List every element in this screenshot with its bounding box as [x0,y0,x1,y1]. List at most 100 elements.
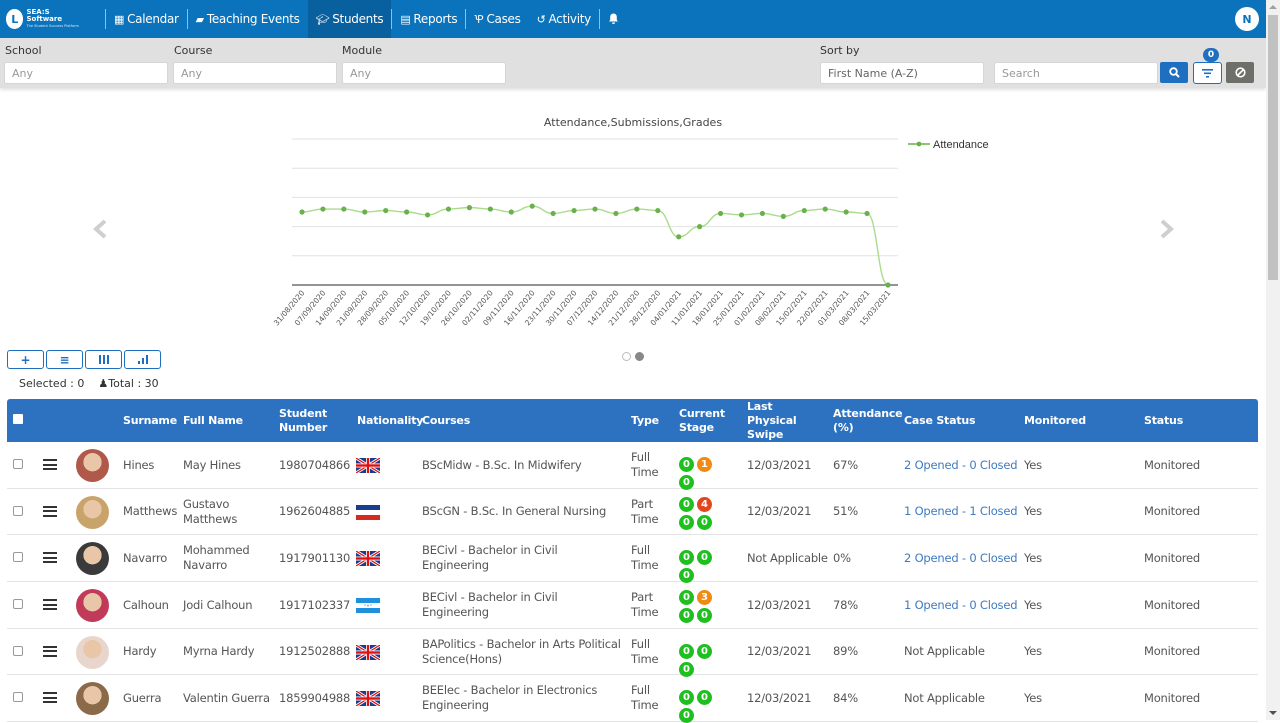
col-case-status[interactable]: Case Status [904,399,976,442]
attendance-data-point[interactable] [320,206,326,212]
course-select[interactable]: Any [173,62,337,84]
attendance-data-point[interactable] [383,207,389,214]
col-type[interactable]: Type [631,399,659,442]
case-status-link[interactable]: 1 Opened - 1 Closed [904,489,1018,535]
table-row[interactable]: Navarro Mohammed Navarro 1917901130 BECi… [7,535,1258,584]
student-avatar[interactable] [76,542,109,576]
col-student-number[interactable]: Student Number [279,399,329,442]
attendance-data-point[interactable] [613,210,619,217]
row-checkbox[interactable] [13,505,23,516]
stage-badge[interactable]: 3 [697,590,712,606]
col-nationality[interactable]: Nationality [357,399,423,442]
case-status-link[interactable]: 2 Opened - 0 Closed [904,535,1018,581]
case-status-link[interactable]: 1 Opened - 0 Closed [904,582,1018,628]
attendance-data-point[interactable] [508,209,514,215]
col-attendance[interactable]: Attendance (%) [833,399,903,442]
nav-reports[interactable]: ▤ Reports [392,0,465,38]
col-monitored[interactable]: Monitored [1024,399,1086,442]
attendance-data-point[interactable] [550,210,556,217]
nav-students[interactable]: 🎓︎ Students [307,0,392,38]
stage-badge[interactable]: 0 [679,550,694,566]
student-avatar[interactable] [76,495,109,529]
attendance-data-point[interactable] [445,206,452,212]
app-logo[interactable]: L SEA:S Software The Student Success Pla… [6,7,80,31]
table-row[interactable]: Calhoun Jodi Calhoun 1917102337 BECivl -… [7,582,1258,629]
list-view-button[interactable]: ≡ [46,350,83,369]
stage-badge[interactable]: 0 [679,643,694,659]
attendance-data-point[interactable] [299,209,305,215]
col-status[interactable]: Status [1144,399,1183,442]
notifications-button[interactable] [600,0,627,38]
attendance-data-point[interactable] [717,210,724,217]
add-button[interactable]: + [7,350,44,369]
columns-button[interactable] [85,350,122,369]
scroll-up-arrow-icon[interactable] [1269,5,1277,9]
stage-badge[interactable]: 0 [679,708,694,723]
stage-badge[interactable]: 0 [679,514,694,530]
carousel-dot-2[interactable] [635,352,644,361]
row-checkbox[interactable] [13,552,23,563]
attendance-data-point[interactable] [424,212,431,218]
col-current-stage[interactable]: Current Stage [679,399,729,442]
attendance-data-point[interactable] [738,212,745,218]
stage-badge[interactable]: 0 [679,690,694,706]
stage-badge[interactable]: 0 [679,590,694,606]
row-menu-icon[interactable] [43,505,57,517]
table-row[interactable]: Matthews Gustavo Matthews 1962604885 BSc… [7,489,1258,536]
attendance-data-point[interactable] [843,209,849,215]
stage-badge[interactable]: 0 [697,514,712,530]
stage-badge[interactable]: 0 [697,550,712,566]
row-menu-icon[interactable] [43,645,57,657]
attendance-data-point[interactable] [592,206,598,212]
nav-activity[interactable]: ↺ Activity [529,0,599,38]
school-select[interactable]: Any [4,62,168,84]
stage-badge[interactable]: 0 [697,690,712,706]
page-scrollbar[interactable] [1266,0,1280,720]
attendance-data-point[interactable] [801,207,807,214]
row-menu-icon[interactable] [43,692,57,704]
row-menu-icon[interactable] [43,459,57,470]
student-avatar[interactable] [76,589,109,623]
nav-cases[interactable]: Ꝕ Cases [466,0,528,38]
stage-badge[interactable]: 0 [679,496,694,512]
clear-filters-button[interactable] [1226,62,1254,83]
row-checkbox[interactable] [13,692,23,703]
table-row[interactable]: Hardy Myrna Hardy 1912502888 BAPolitics … [7,629,1258,677]
col-courses[interactable]: Courses [422,399,470,442]
attendance-data-point[interactable] [362,209,368,215]
attendance-data-point[interactable] [571,207,577,214]
filter-button[interactable] [1193,62,1222,84]
case-status-link[interactable]: 2 Opened - 0 Closed [904,442,1018,488]
stage-badge[interactable]: 0 [697,643,712,659]
search-input[interactable]: Search [994,62,1158,84]
scroll-down-arrow-icon[interactable] [1269,711,1277,715]
attendance-data-point[interactable] [487,206,493,212]
stage-badge[interactable]: 1 [697,457,712,472]
user-avatar-button[interactable]: N [1235,7,1259,31]
attendance-data-point[interactable] [655,207,661,214]
attendance-data-point[interactable] [822,206,828,212]
table-row[interactable]: Guerra Valentin Guerra 1859904988 BEElec… [7,675,1258,723]
col-surname[interactable]: Surname [123,399,177,442]
attendance-data-point[interactable] [404,209,410,215]
student-avatar[interactable] [76,635,109,669]
stage-badge[interactable]: 0 [697,608,712,624]
module-select[interactable]: Any [342,62,506,84]
nav-calendar[interactable]: ▦ Calendar [106,0,187,38]
stage-badge[interactable]: 0 [679,608,694,624]
stage-badge[interactable]: 4 [697,496,712,512]
carousel-dot-1[interactable] [622,352,631,361]
sort-by-select[interactable]: First Name (A-Z) [820,62,984,84]
chart-toggle-button[interactable] [124,350,161,369]
attendance-data-point[interactable] [466,205,473,211]
row-menu-icon[interactable] [43,599,57,611]
attendance-data-point[interactable] [634,206,640,212]
attendance-data-point[interactable] [529,203,535,209]
search-button[interactable] [1160,62,1188,83]
col-last-swipe[interactable]: Last Physical Swipe [747,399,822,442]
attendance-data-point[interactable] [780,213,786,219]
student-avatar[interactable] [76,682,109,716]
student-avatar[interactable] [76,449,109,482]
attendance-data-point[interactable] [864,210,870,217]
col-full-name[interactable]: Full Name [183,399,243,442]
